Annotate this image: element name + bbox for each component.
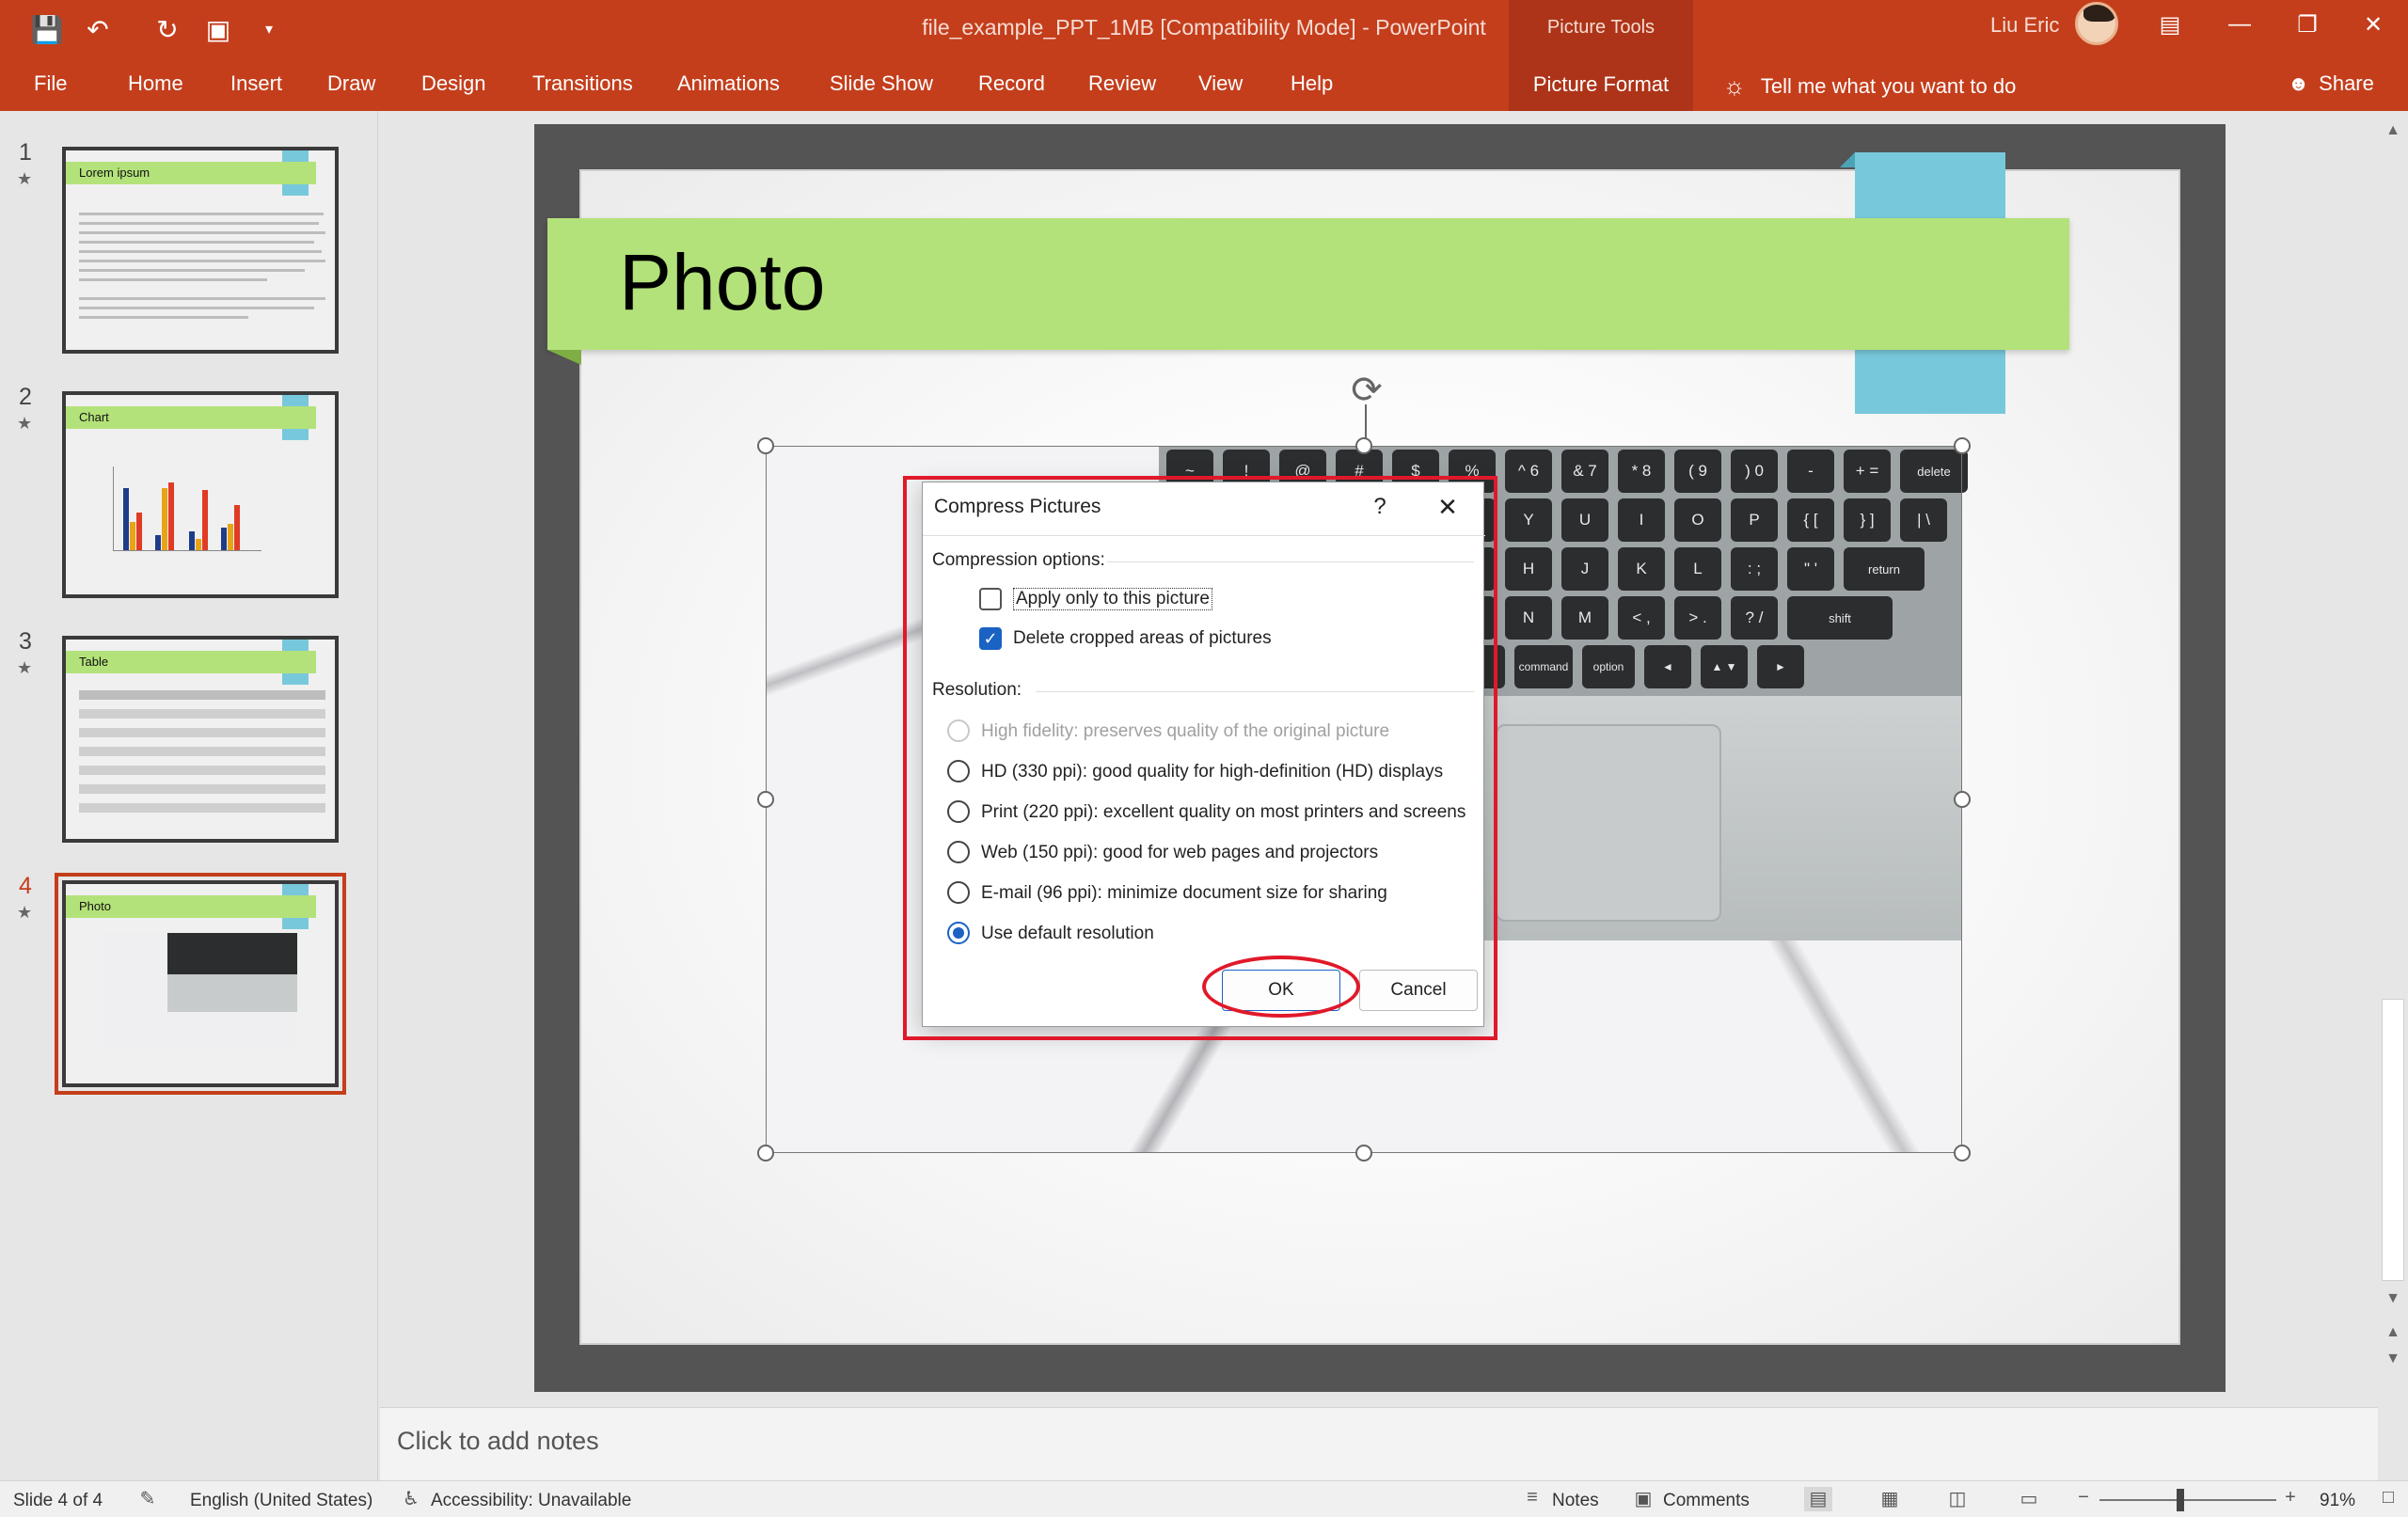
normal-view-icon[interactable]: ▤ xyxy=(1804,1487,1832,1511)
share-button[interactable]: ☻ Share xyxy=(2288,71,2374,96)
slide-thumbnail-2[interactable]: Chart xyxy=(62,391,339,598)
slide-thumbnails-pane: 1 ★ Lorem ipsum 2 ★ Chart 3 ★ Table 4 ★ … xyxy=(0,111,378,1480)
accessibility-status[interactable]: Accessibility: Unavailable xyxy=(431,1491,631,1511)
title-banner-fold xyxy=(547,350,581,365)
tab-transitions[interactable]: Transitions xyxy=(532,71,633,96)
spelling-icon[interactable]: ✎ xyxy=(134,1487,162,1511)
tab-review[interactable]: Review xyxy=(1088,71,1156,96)
zoom-level[interactable]: 91% xyxy=(2320,1491,2355,1511)
tab-design[interactable]: Design xyxy=(421,71,485,96)
thumbnail-title: Lorem ipsum xyxy=(66,162,316,184)
tell-me-text: Tell me what you want to do xyxy=(1760,73,2017,98)
notes-placeholder[interactable]: Click to add notes xyxy=(397,1427,599,1456)
ribbon-display-icon[interactable]: ▤ xyxy=(2147,6,2194,43)
resize-handle-w[interactable] xyxy=(757,791,774,808)
zoom-out-icon[interactable]: − xyxy=(2069,1487,2098,1511)
language-status[interactable]: English (United States) xyxy=(190,1491,372,1511)
customize-qat-icon[interactable]: ▾ xyxy=(248,11,290,47)
slide-thumbnail-4[interactable]: Photo xyxy=(55,873,346,1095)
save-icon[interactable]: 💾 xyxy=(26,11,68,47)
highlight-oval xyxy=(1202,956,1360,1018)
tab-slide-show[interactable]: Slide Show xyxy=(830,71,933,96)
tell-me-box[interactable]: ☼ Tell me what you want to do xyxy=(1723,71,2016,101)
close-window-icon[interactable]: ✕ xyxy=(2350,6,2397,43)
next-slide-icon[interactable]: ▼ xyxy=(2378,1345,2408,1373)
slide-thumbnail-3[interactable]: Table xyxy=(62,636,339,843)
animation-star-icon: ★ xyxy=(17,169,33,188)
thumbnail-title: Table xyxy=(66,651,316,673)
tab-home[interactable]: Home xyxy=(128,71,183,96)
present-icon[interactable]: ▣ xyxy=(198,11,239,47)
tab-animations[interactable]: Animations xyxy=(677,71,780,96)
slide-number: 2 xyxy=(19,384,32,410)
thumbnail-title: Chart xyxy=(66,406,316,429)
resize-handle-ne[interactable] xyxy=(1954,437,1971,454)
zoom-slider-thumb[interactable] xyxy=(2177,1489,2184,1511)
user-name[interactable]: Liu Eric xyxy=(1990,13,2059,38)
person-icon: ☻ xyxy=(2288,71,2310,95)
minimize-icon[interactable]: — xyxy=(2216,6,2263,43)
rotate-handle-icon[interactable]: ⟳ xyxy=(1343,367,1390,414)
notes-button[interactable]: Notes xyxy=(1552,1491,1599,1511)
picture-tools-label: Picture Tools xyxy=(1546,17,1656,38)
animation-star-icon: ★ xyxy=(17,414,33,433)
thumbnail-chart xyxy=(113,466,261,551)
resize-handle-n[interactable] xyxy=(1355,437,1372,454)
slide-counter: Slide 4 of 4 xyxy=(13,1491,103,1510)
resize-handle-e[interactable] xyxy=(1954,791,1971,808)
resize-handle-sw[interactable] xyxy=(757,1145,774,1161)
resize-handle-nw[interactable] xyxy=(757,437,774,454)
share-label: Share xyxy=(2319,71,2374,95)
lightbulb-icon: ☼ xyxy=(1723,71,1746,100)
comments-button[interactable]: Comments xyxy=(1663,1491,1750,1511)
tab-file[interactable]: File xyxy=(34,71,67,96)
redo-icon[interactable]: ↻ xyxy=(147,11,188,47)
avatar[interactable] xyxy=(2075,2,2118,45)
slide-number: 3 xyxy=(19,628,32,655)
highlight-rectangle xyxy=(903,476,1497,1040)
thumbnail-title: Photo xyxy=(66,895,316,918)
slide-thumbnail-1[interactable]: Lorem ipsum xyxy=(62,147,339,354)
slide-number: 1 xyxy=(19,139,32,166)
vertical-scrollbar[interactable]: ▲ ▼ ▲ ▼ xyxy=(2378,111,2408,1480)
tab-picture-format[interactable]: Picture Format xyxy=(1509,58,1693,111)
undo-icon[interactable]: ↶ xyxy=(77,11,119,47)
status-bar: Slide 4 of 4 ✎ English (United States) ♿… xyxy=(0,1480,2408,1517)
notes-pane[interactable]: Click to add notes xyxy=(380,1407,2378,1480)
accessibility-icon: ♿ xyxy=(403,1489,420,1509)
title-tab-fold xyxy=(1840,152,1855,167)
resize-handle-se[interactable] xyxy=(1954,1145,1971,1161)
zoom-slider-track[interactable] xyxy=(2099,1499,2276,1501)
comments-icon: ▣ xyxy=(1634,1489,1653,1509)
previous-slide-icon[interactable]: ▲ xyxy=(2378,1319,2408,1347)
tab-insert[interactable]: Insert xyxy=(230,71,282,96)
notes-icon: ≡ xyxy=(1527,1487,1538,1508)
tab-view[interactable]: View xyxy=(1198,71,1243,96)
resize-handle-s[interactable] xyxy=(1355,1145,1372,1161)
animation-star-icon: ★ xyxy=(17,658,33,677)
tab-help[interactable]: Help xyxy=(1291,71,1333,96)
fit-to-window-icon[interactable]: □ xyxy=(2374,1487,2402,1511)
tab-record[interactable]: Record xyxy=(978,71,1045,96)
tab-draw[interactable]: Draw xyxy=(327,71,375,96)
scroll-down-icon[interactable]: ▼ xyxy=(2378,1285,2408,1313)
zoom-in-icon[interactable]: + xyxy=(2276,1487,2305,1511)
slide-number: 4 xyxy=(19,873,32,899)
restore-icon[interactable]: ❐ xyxy=(2284,6,2331,43)
animation-star-icon: ★ xyxy=(17,903,33,922)
slide-sorter-icon[interactable]: ▦ xyxy=(1876,1487,1904,1511)
slide-show-icon[interactable]: ▭ xyxy=(2015,1487,2043,1511)
reading-view-icon[interactable]: ◫ xyxy=(1943,1487,1972,1511)
scroll-up-icon[interactable]: ▲ xyxy=(2378,117,2408,145)
scroll-thumb[interactable] xyxy=(2382,999,2404,1281)
title-bar: 💾 ↶ ↻ ▣ ▾ file_example_PPT_1MB [Compatib… xyxy=(0,0,2408,111)
thumbnail-photo xyxy=(103,933,297,1050)
slide-title[interactable]: Photo xyxy=(619,237,826,328)
